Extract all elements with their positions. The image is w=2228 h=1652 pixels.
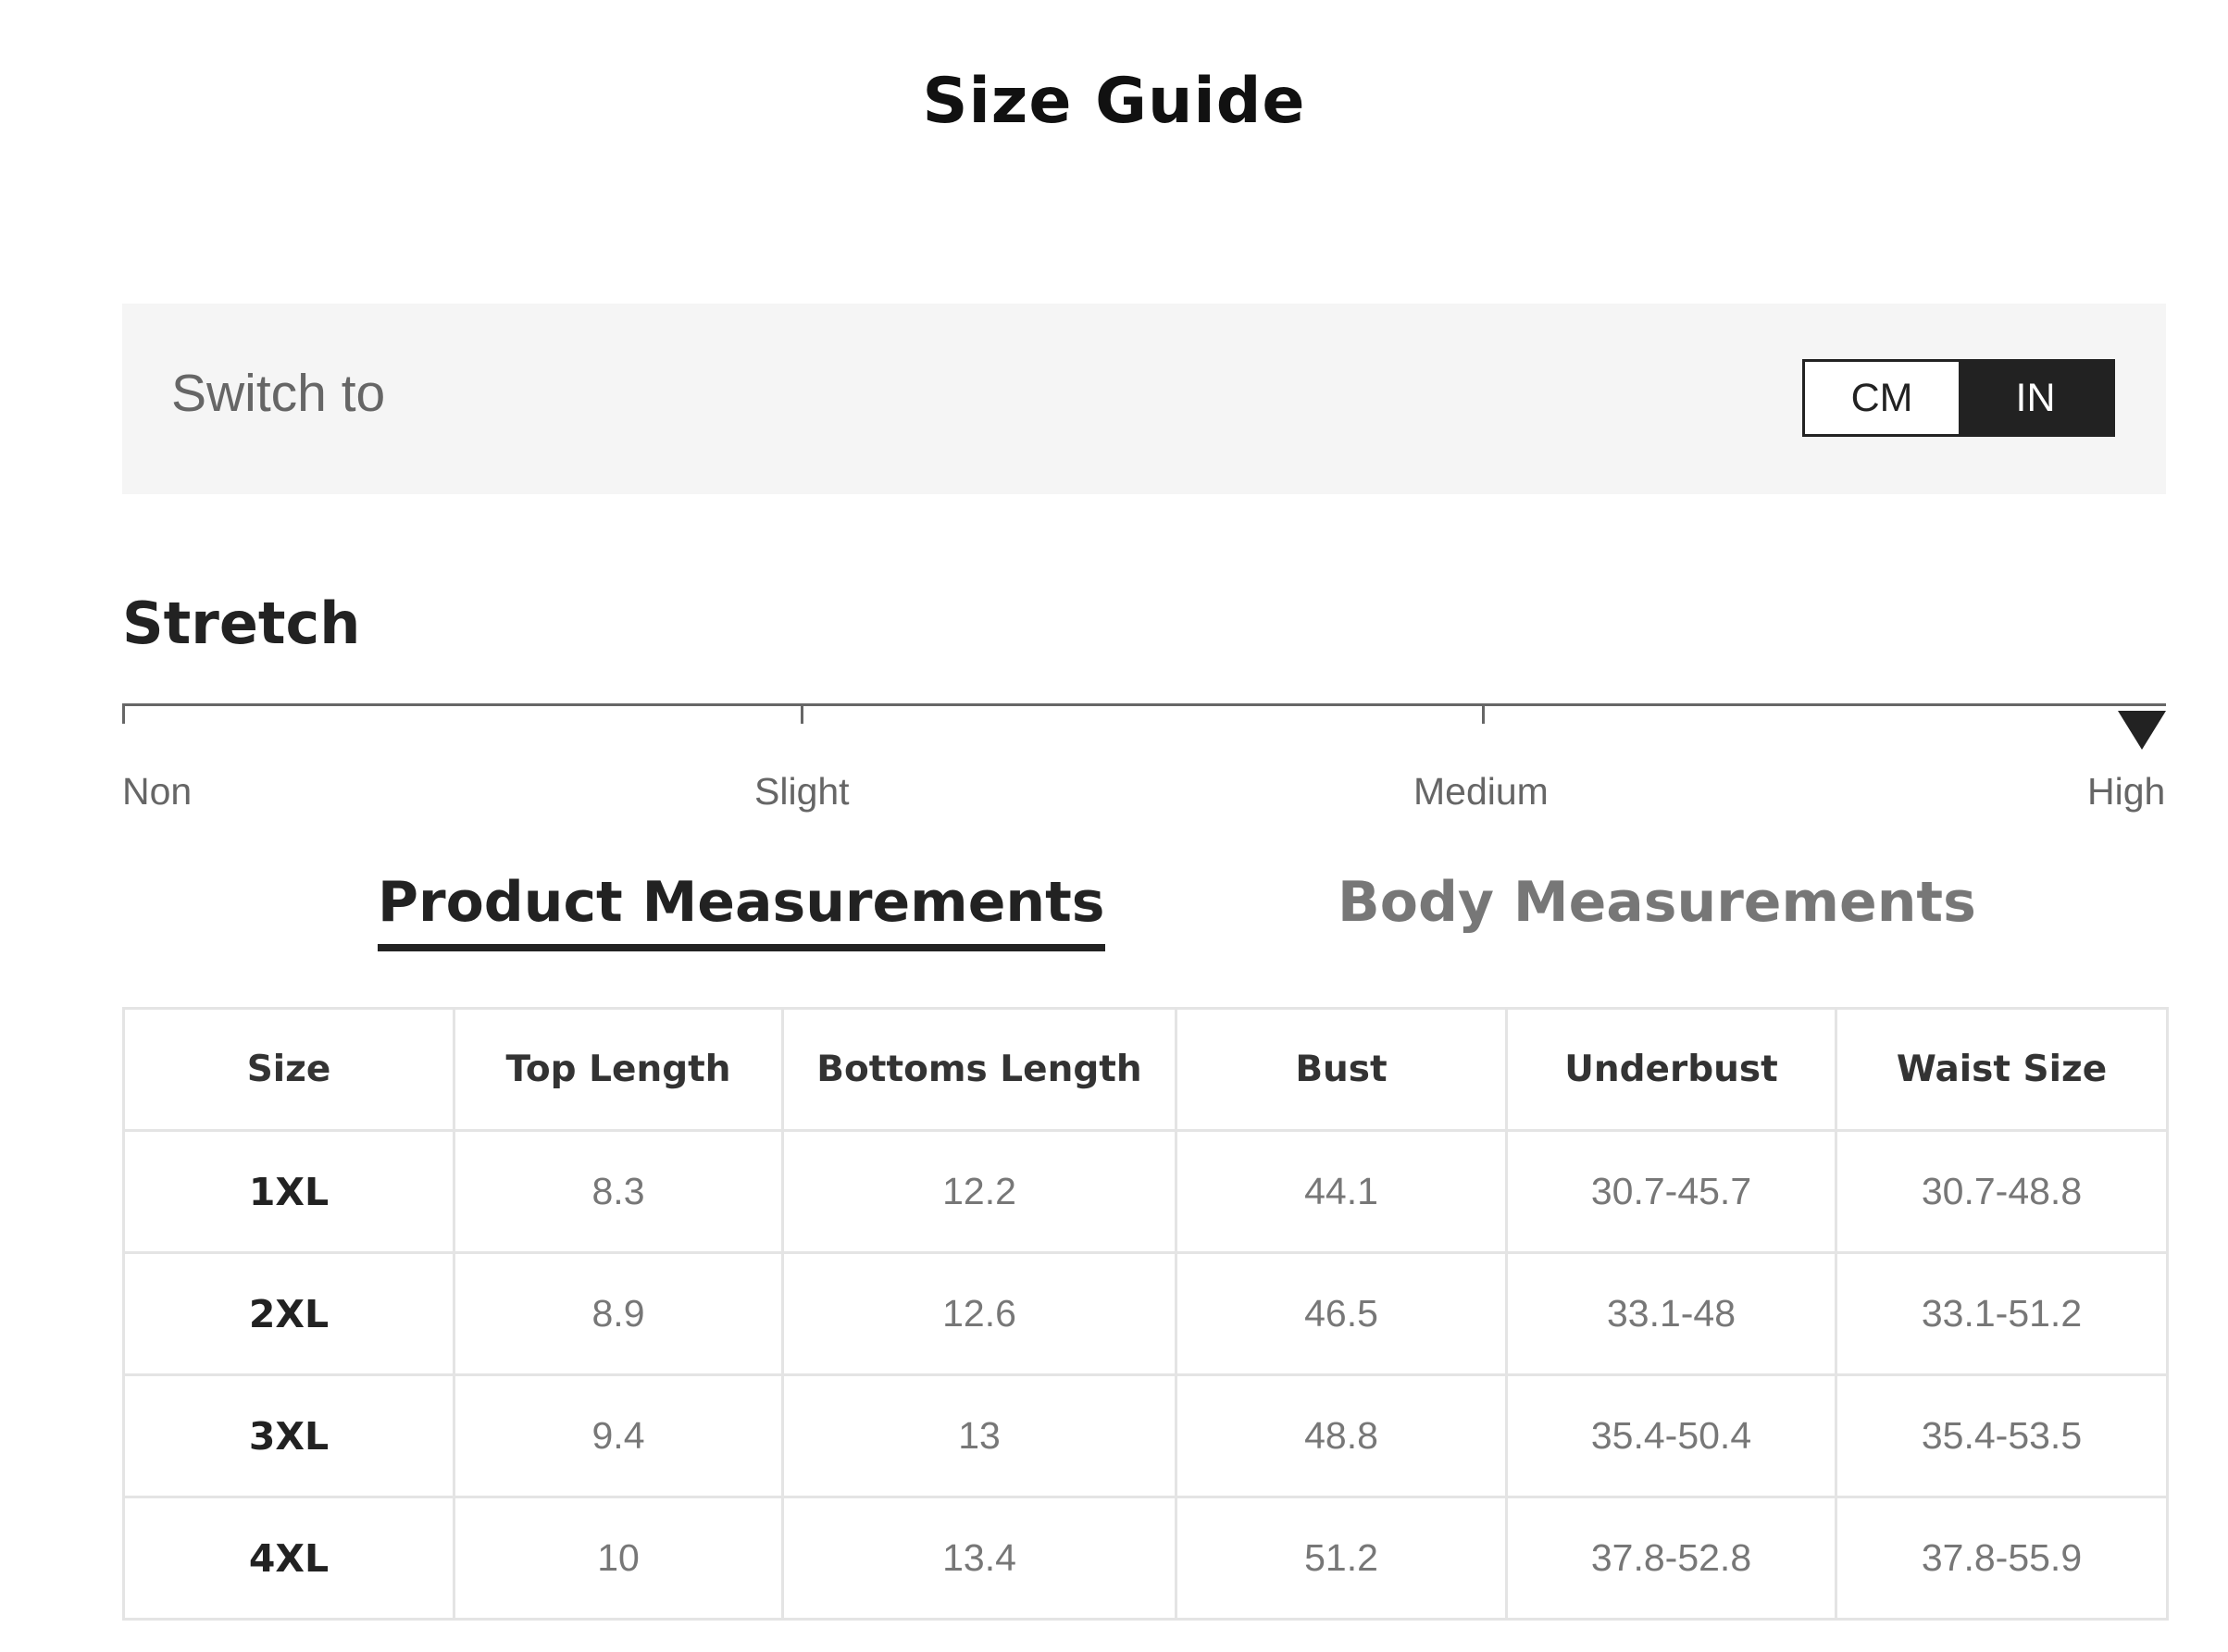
stretch-title: Stretch [122, 590, 361, 657]
bottoms-length-cell: 12.6 [781, 1251, 1177, 1376]
bottoms-length-cell: 12.2 [781, 1129, 1177, 1254]
bust-cell: 46.5 [1175, 1251, 1508, 1376]
table-row: 1XL 8.3 12.2 44.1 30.7-45.7 30.7-48.8 [122, 1129, 2169, 1254]
stretch-tick-non [122, 703, 125, 724]
stretch-label-slight: Slight [754, 770, 850, 813]
waist-size-cell: 37.8-55.9 [1835, 1496, 2169, 1621]
header-waist-size: Waist Size [1835, 1007, 2169, 1132]
measurement-tabs: Product Measurements Body Measurements [122, 870, 2166, 963]
underbust-cell: 33.1-48 [1505, 1251, 1837, 1376]
stretch-tick-slight [801, 703, 803, 724]
stretch-level-marker-icon [2118, 711, 2166, 750]
stretch-tick-medium [1482, 703, 1485, 724]
top-length-cell: 8.9 [453, 1251, 784, 1376]
underbust-cell: 35.4-50.4 [1505, 1373, 1837, 1498]
underbust-cell: 37.8-52.8 [1505, 1496, 1837, 1621]
table-row: 2XL 8.9 12.6 46.5 33.1-48 33.1-51.2 [122, 1251, 2169, 1376]
table-header-row: Size Top Length Bottoms Length Bust Unde… [122, 1007, 2169, 1132]
unit-switch-panel: Switch to CM IN [122, 304, 2166, 494]
waist-size-cell: 30.7-48.8 [1835, 1129, 2169, 1254]
size-guide-page: Size Guide Switch to CM IN Stretch Non S… [0, 0, 2228, 1652]
stretch-label-medium: Medium [1413, 770, 1549, 813]
bottoms-length-cell: 13 [781, 1373, 1177, 1498]
unit-switch-label: Switch to [171, 364, 386, 423]
top-length-cell: 10 [453, 1496, 784, 1621]
header-bust: Bust [1175, 1007, 1508, 1132]
top-length-cell: 9.4 [453, 1373, 784, 1498]
bust-cell: 48.8 [1175, 1373, 1508, 1498]
stretch-label-non: Non [122, 770, 193, 813]
top-length-cell: 8.3 [453, 1129, 784, 1254]
waist-size-cell: 35.4-53.5 [1835, 1373, 2169, 1498]
bust-cell: 44.1 [1175, 1129, 1508, 1254]
table-row: 3XL 9.4 13 48.8 35.4-50.4 35.4-53.5 [122, 1373, 2169, 1498]
unit-option-cm[interactable]: CM [1805, 362, 1959, 434]
tab-product-measurements[interactable]: Product Measurements [378, 870, 1105, 951]
size-table: Size Top Length Bottoms Length Bust Unde… [122, 1007, 2169, 1621]
size-cell: 4XL [122, 1496, 455, 1621]
bottoms-length-cell: 13.4 [781, 1496, 1177, 1621]
size-cell: 3XL [122, 1373, 455, 1498]
header-bottoms-length: Bottoms Length [781, 1007, 1177, 1132]
waist-size-cell: 33.1-51.2 [1835, 1251, 2169, 1376]
header-size: Size [122, 1007, 455, 1132]
header-top-length: Top Length [453, 1007, 784, 1132]
size-cell: 1XL [122, 1129, 455, 1254]
table-row: 4XL 10 13.4 51.2 37.8-52.8 37.8-55.9 [122, 1496, 2169, 1621]
unit-toggle: CM IN [1802, 359, 2115, 437]
tab-body-measurements[interactable]: Body Measurements [1338, 870, 1976, 935]
page-title: Size Guide [922, 65, 1306, 138]
size-cell: 2XL [122, 1251, 455, 1376]
header-underbust: Underbust [1505, 1007, 1837, 1132]
underbust-cell: 30.7-45.7 [1505, 1129, 1837, 1254]
stretch-label-high: High [2087, 770, 2166, 813]
stretch-scale: Non Slight Medium High [122, 703, 2166, 814]
bust-cell: 51.2 [1175, 1496, 1508, 1621]
stretch-scale-line [122, 703, 2166, 706]
unit-option-in[interactable]: IN [1959, 362, 2112, 434]
